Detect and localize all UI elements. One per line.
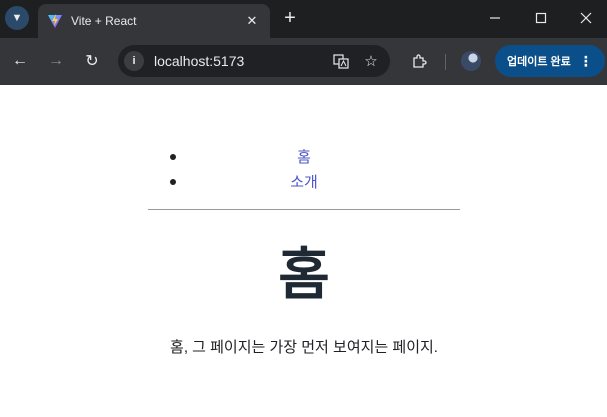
reload-icon[interactable]: ↻ bbox=[80, 49, 104, 73]
translate-icon[interactable] bbox=[330, 50, 352, 72]
page-content: 홈 소개 홈 홈, 그 페이지는 가장 먼저 보여지는 페이지. bbox=[0, 85, 607, 417]
close-icon[interactable] bbox=[563, 0, 607, 36]
nav-link-about[interactable]: 소개 bbox=[290, 174, 318, 191]
forward-arrow-icon[interactable]: → bbox=[44, 49, 68, 73]
more-menu-icon[interactable]: ⋮ bbox=[579, 53, 593, 70]
nav-item-home: 홈 bbox=[148, 145, 460, 170]
update-complete-button[interactable]: 업데이트 완료 ⋮ bbox=[495, 45, 605, 77]
extensions-puzzle-icon[interactable] bbox=[408, 50, 430, 72]
nav-link-home[interactable]: 홈 bbox=[297, 149, 311, 166]
site-info-icon[interactable]: i bbox=[124, 51, 144, 71]
browser-chrome: ▼ Vite + React ✕ + ← → ↻ i localhost:517… bbox=[0, 0, 607, 85]
tab-close-icon[interactable]: ✕ bbox=[242, 11, 262, 31]
nav-item-about: 소개 bbox=[148, 170, 460, 195]
address-bar[interactable]: i localhost:5173 ☆ bbox=[118, 45, 390, 77]
toolbar-divider bbox=[445, 54, 446, 70]
tab-strip: ▼ Vite + React ✕ + bbox=[0, 0, 607, 38]
browser-toolbar: ← → ↻ i localhost:5173 ☆ 업데이트 완료 ⋮ bbox=[0, 38, 607, 85]
update-button-label: 업데이트 완료 bbox=[507, 56, 571, 68]
bullet-icon bbox=[170, 154, 176, 160]
url-text[interactable]: localhost:5173 bbox=[154, 53, 330, 69]
new-tab-plus-icon[interactable]: + bbox=[278, 6, 302, 30]
page-title: 홈 bbox=[278, 243, 330, 306]
tab-title: Vite + React bbox=[71, 14, 137, 28]
vite-logo-icon bbox=[47, 13, 63, 29]
page-description: 홈, 그 페이지는 가장 먼저 보여지는 페이지. bbox=[170, 339, 438, 356]
maximize-icon[interactable] bbox=[518, 0, 564, 36]
bullet-icon bbox=[170, 179, 176, 185]
tab-search-chevron-icon[interactable]: ▼ bbox=[5, 6, 29, 30]
nav-list: 홈 소개 bbox=[148, 145, 460, 195]
horizontal-rule bbox=[148, 209, 460, 210]
back-arrow-icon[interactable]: ← bbox=[8, 49, 32, 73]
profile-avatar[interactable] bbox=[461, 51, 481, 71]
active-tab[interactable]: Vite + React ✕ bbox=[38, 4, 270, 38]
minimize-icon[interactable] bbox=[472, 0, 518, 36]
bookmark-star-icon[interactable]: ☆ bbox=[360, 50, 382, 72]
